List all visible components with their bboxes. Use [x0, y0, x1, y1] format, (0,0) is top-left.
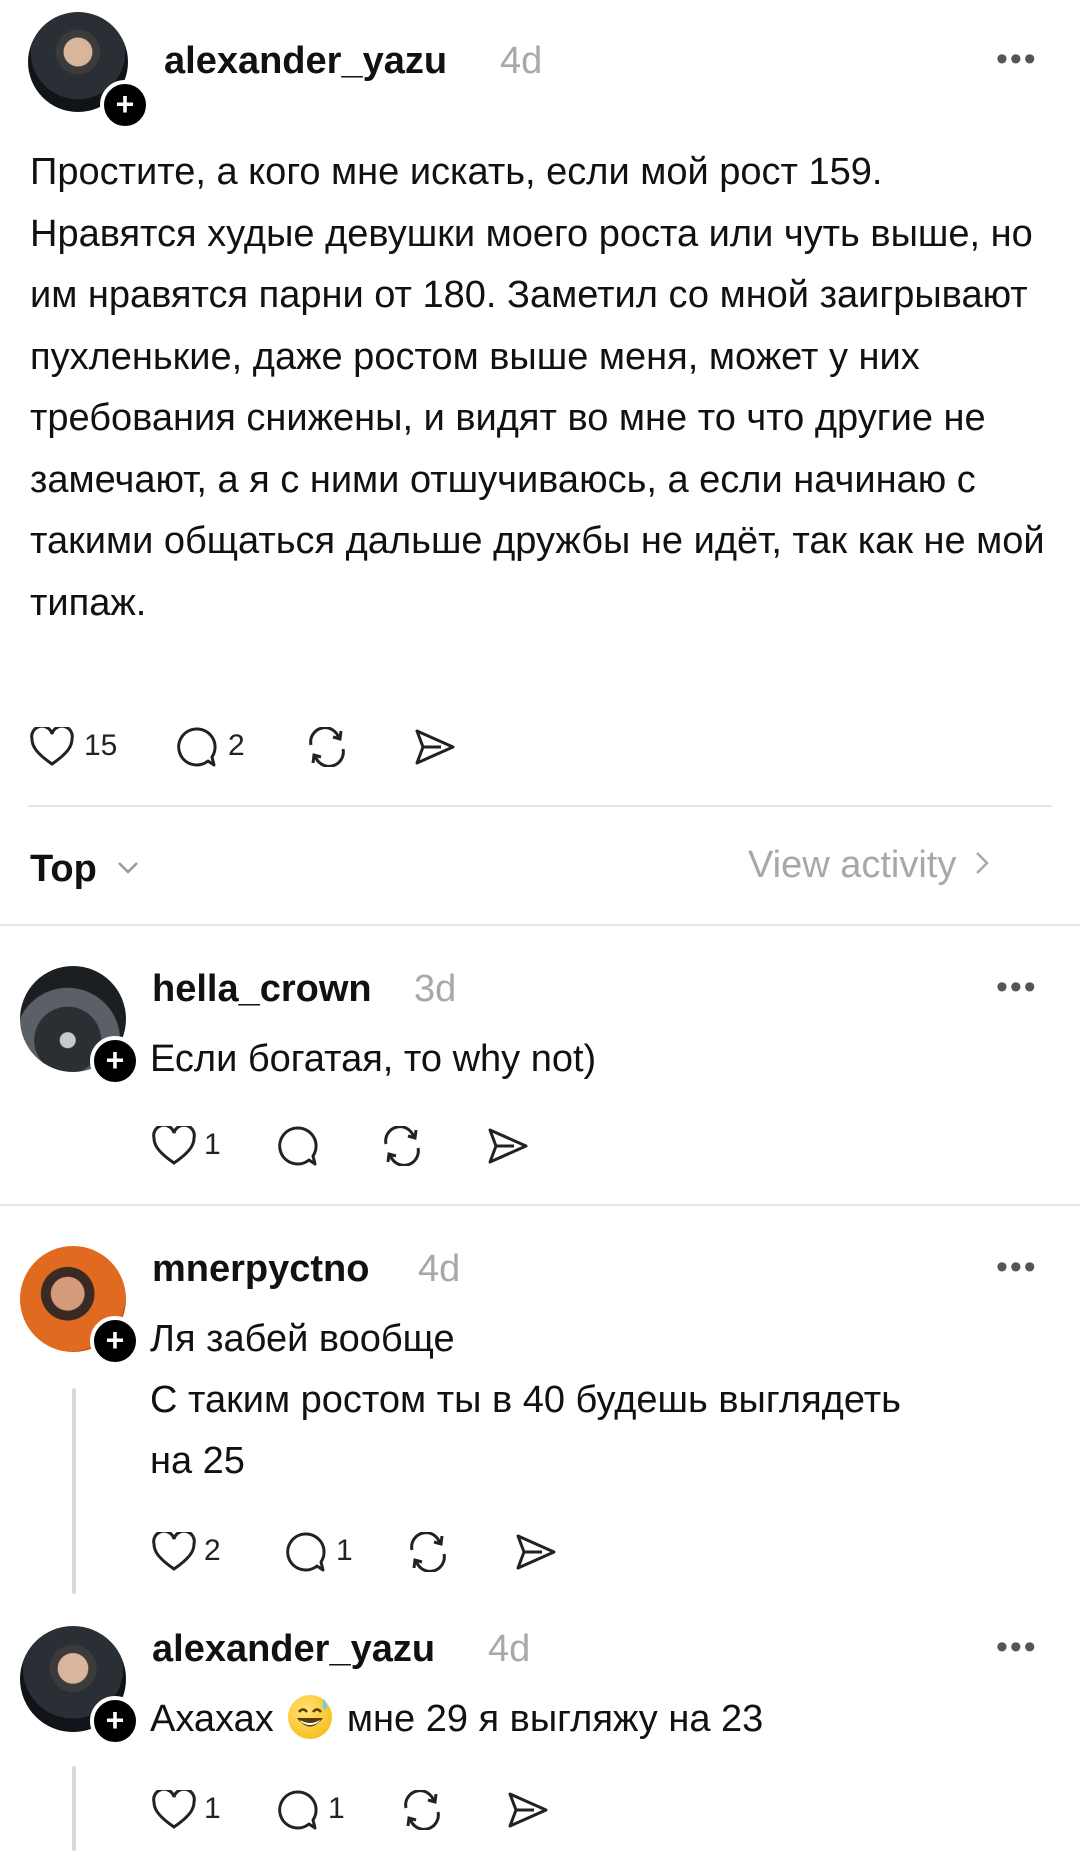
sort-label: Top	[30, 848, 97, 890]
comment-line-3: на 25	[150, 1440, 245, 1482]
comment-time: 4d	[418, 1248, 461, 1290]
comment-icon[interactable]	[175, 726, 217, 768]
divider	[0, 1204, 1080, 1206]
comment-text: Ахахах мне 29 я выгляжу на 23	[150, 1689, 763, 1750]
like-count: 1	[204, 1128, 221, 1161]
repost-icon[interactable]	[305, 727, 349, 767]
follow-plus-icon[interactable]: +	[90, 1696, 140, 1746]
sort-dropdown[interactable]: Top	[30, 842, 139, 891]
share-icon[interactable]	[514, 1532, 558, 1572]
more-icon[interactable]: •••	[996, 1628, 1038, 1667]
chevron-down-icon	[117, 842, 139, 885]
comment-time: 3d	[414, 968, 457, 1010]
grinning-sweat-emoji-icon	[288, 1695, 333, 1739]
heart-icon[interactable]	[152, 1790, 196, 1830]
follow-plus-icon[interactable]: +	[100, 80, 150, 130]
view-activity-label: View activity	[748, 844, 957, 886]
follow-plus-icon[interactable]: +	[90, 1036, 140, 1086]
comment-username[interactable]: alexander_yazu	[152, 1628, 435, 1671]
thread-line	[72, 1388, 76, 1594]
post-username[interactable]: alexander_yazu	[164, 40, 447, 83]
repost-icon[interactable]	[400, 1790, 444, 1830]
comment-username[interactable]: hella_crown	[152, 968, 372, 1011]
comment-time: 4d	[488, 1628, 531, 1670]
heart-icon[interactable]	[152, 1126, 196, 1166]
follow-plus-icon[interactable]: +	[90, 1316, 140, 1366]
reply-count: 2	[228, 729, 245, 762]
more-icon[interactable]: •••	[996, 40, 1038, 79]
like-count: 2	[204, 1534, 221, 1567]
comment-icon[interactable]	[276, 1789, 318, 1831]
comment-text-before: Ахахах	[150, 1698, 274, 1740]
divider	[28, 805, 1052, 807]
more-icon[interactable]: •••	[996, 1248, 1038, 1287]
comment-icon[interactable]	[276, 1125, 318, 1167]
heart-icon[interactable]	[152, 1532, 196, 1572]
repost-icon[interactable]	[406, 1532, 450, 1572]
like-count: 1	[204, 1792, 221, 1825]
post-time: 4d	[500, 40, 543, 82]
thread-line	[72, 1766, 76, 1851]
comment-text-after: мне 29 я выгляжу на 23	[346, 1698, 764, 1740]
more-icon[interactable]: •••	[996, 968, 1038, 1007]
comment-line-1: Ля забей вообще	[150, 1318, 455, 1360]
share-icon[interactable]	[413, 727, 457, 767]
chevron-right-icon	[975, 842, 989, 885]
repost-icon[interactable]	[380, 1126, 424, 1166]
divider	[0, 924, 1080, 926]
comment-text: Если богатая, то why not)	[150, 1038, 597, 1080]
heart-icon[interactable]	[30, 727, 74, 767]
comment-username[interactable]: mnerpyctno	[152, 1248, 369, 1291]
comment-icon[interactable]	[284, 1531, 326, 1573]
reply-count: 1	[336, 1534, 353, 1567]
share-icon[interactable]	[506, 1790, 550, 1830]
share-icon[interactable]	[486, 1126, 530, 1166]
reply-count: 1	[328, 1792, 345, 1825]
view-activity-link[interactable]: View activity	[748, 842, 989, 887]
comment-line-2: С таким ростом ты в 40 будешь выглядеть	[150, 1379, 901, 1421]
like-count: 15	[84, 729, 118, 762]
post-body: Простите, а кого мне искать, если мой ро…	[30, 151, 1045, 624]
